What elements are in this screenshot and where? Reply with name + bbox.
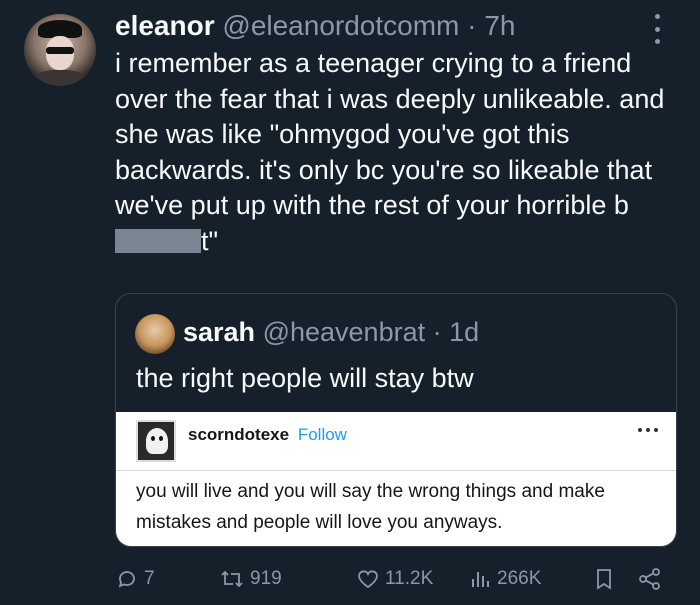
bookmark-button[interactable] [593,562,615,596]
views-icon [472,572,489,587]
embedded-post-image: scorndotexe Follow you will live and you… [116,412,676,546]
reply-button[interactable]: 7 [115,562,155,596]
retweet-count: 919 [250,568,282,589]
share-icon [639,568,660,590]
quoted-author-name: sarah [183,317,256,347]
embedded-username: scorndotexe [188,425,290,444]
like-count: 11.2K [385,568,434,589]
author-handle[interactable]: @eleanordotcomm [222,10,459,41]
tweet-text-main: i remember as a teenager crying to a fri… [115,48,665,220]
reply-count: 7 [144,568,155,589]
views-count: 266K [497,568,542,589]
tweet-actions-bar: 7 919 11.2K 266K [115,562,677,596]
tweet-time[interactable]: 7h [484,10,515,41]
more-options-icon[interactable] [652,14,662,44]
tweet-header: eleanor @eleanordotcomm · 7h [115,8,515,44]
quoted-tweet-header: sarah @heavenbrat · 1d [183,314,479,350]
bookmark-icon [597,569,611,590]
embedded-user-avatar [136,420,176,462]
reply-icon [118,571,135,588]
quoted-tweet[interactable]: sarah @heavenbrat · 1d the right people … [115,293,677,547]
tweet-text-end: t" [201,225,219,256]
retweet-icon [221,570,243,588]
author-name[interactable]: eleanor [115,10,215,41]
quoted-author-avatar [135,314,175,354]
like-icon [358,570,378,589]
views-button[interactable]: 266K [468,562,541,596]
quoted-tweet-text: the right people will stay btw [136,363,474,393]
tweet-text: i remember as a teenager crying to a fri… [115,46,685,259]
quoted-author-handle: @heavenbrat [262,317,426,347]
share-button[interactable] [637,562,663,596]
redacted-word [115,228,201,253]
embedded-divider [116,470,676,471]
embedded-post-text: you will live and you will say the wrong… [136,481,605,533]
header-separator: · [467,10,477,41]
embedded-user-row: scorndotexe Follow [188,424,347,446]
like-button[interactable]: 11.2K [356,562,433,596]
quoted-tweet-time: 1d [449,317,480,347]
retweet-button[interactable]: 919 [219,562,282,596]
embedded-follow-button: Follow [297,425,347,444]
author-avatar[interactable] [24,14,96,86]
embedded-more-icon [638,428,658,432]
quoted-header-separator: · [432,317,442,347]
